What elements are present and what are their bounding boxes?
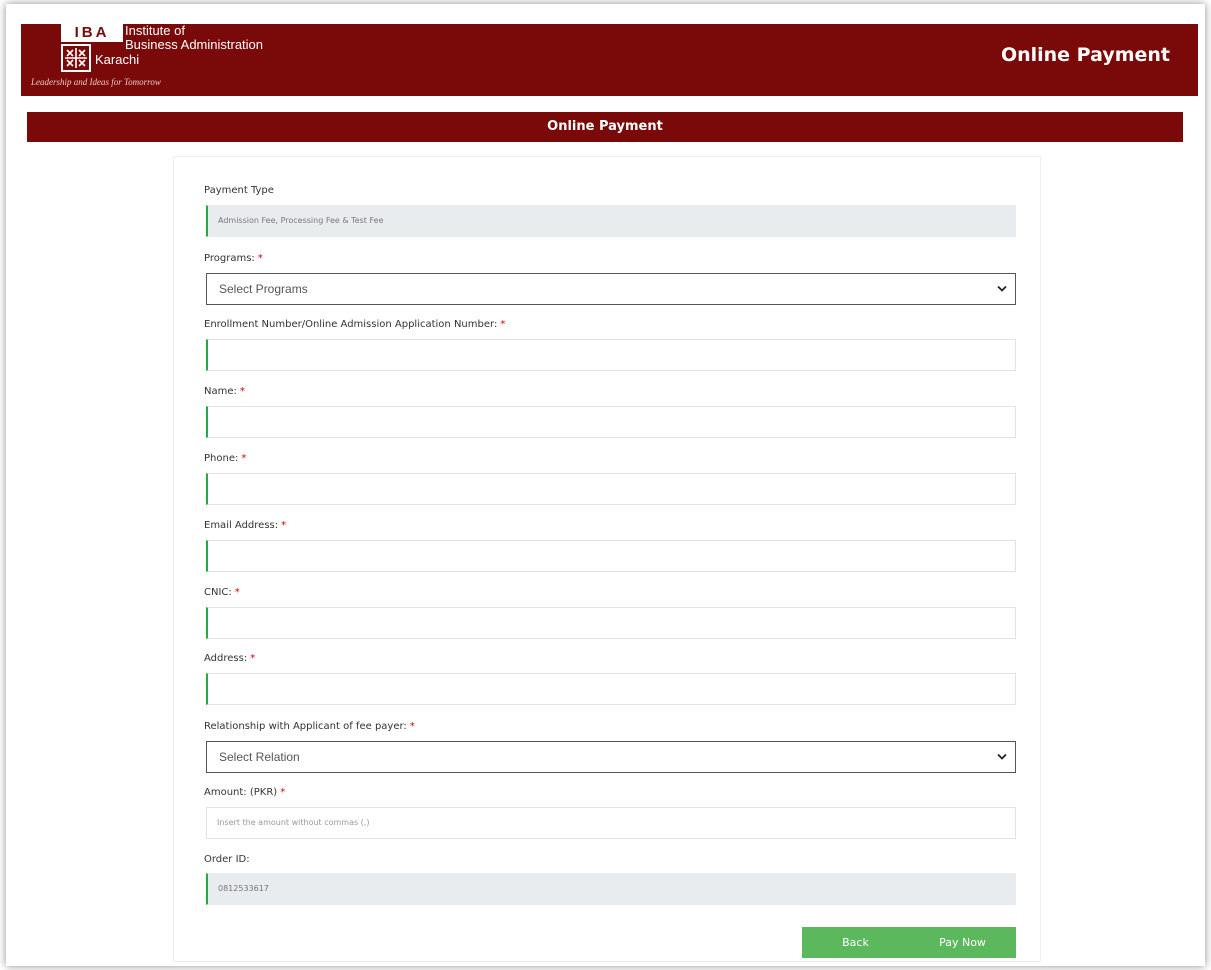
pay-now-button[interactable]: Pay Now [909,927,1016,958]
phone-label: Phone: * [204,453,246,464]
top-header: IBA Institute of Business Administration… [21,24,1198,96]
name-input[interactable] [206,406,1016,438]
back-button[interactable]: Back [802,927,909,958]
required-marker: * [281,520,287,531]
order-id-label-text: Order ID: [204,854,250,865]
logo-text-line2: Business Administration [125,37,264,52]
amount-input[interactable]: Insert the amount without commas (,) [206,807,1016,839]
relationship-selected-value: Select Relation [219,750,300,764]
logo-text-line1: Institute of [125,23,185,38]
payment-type-label-text: Payment Type [204,185,274,196]
relationship-label-text: Relationship with Applicant of fee payer… [204,721,407,732]
email-label: Email Address: * [204,520,286,531]
enrollment-number-input[interactable] [206,339,1016,371]
order-id-field: 0812533617 [206,873,1016,905]
cnic-input[interactable] [206,607,1016,639]
name-label-text: Name: [204,386,237,397]
email-label-text: Email Address: [204,520,279,531]
enrollment-label: Enrollment Number/Online Admission Appli… [204,319,505,330]
email-input[interactable] [206,540,1016,572]
chevron-down-icon [997,285,1007,292]
logo-text-line3: Karachi [95,52,140,67]
payment-type-field: Admission Fee, Processing Fee & Test Fee [206,205,1016,237]
amount-label-text: Amount: (PKR) [204,787,278,798]
page-frame: IBA Institute of Business Administration… [6,4,1205,966]
address-input[interactable] [206,673,1016,705]
order-id-label: Order ID: [204,854,250,865]
enrollment-label-text: Enrollment Number/Online Admission Appli… [204,319,498,330]
amount-label: Amount: (PKR) * [204,787,285,798]
iba-emblem-icon [65,48,87,68]
iba-logo[interactable]: IBA Institute of Business Administration… [29,24,289,96]
relationship-label: Relationship with Applicant of fee payer… [204,721,415,732]
programs-selected-value: Select Programs [219,282,308,296]
address-label: Address: * [204,653,255,664]
required-marker: * [500,319,506,330]
required-marker: * [250,653,256,664]
section-title-bar: Online Payment [27,112,1183,142]
phone-label-text: Phone: [204,453,239,464]
required-marker: * [280,787,286,798]
address-label-text: Address: [204,653,248,664]
iba-logo-icon [61,44,91,72]
header-title: Online Payment [1000,44,1170,66]
required-marker: * [241,453,247,464]
required-marker: * [234,587,240,598]
form-action-buttons: Back Pay Now [802,927,1016,958]
relationship-select[interactable]: Select Relation [206,741,1016,773]
cnic-label: CNIC: * [204,587,240,598]
payment-type-label: Payment Type [204,185,274,196]
required-marker: * [239,386,245,397]
programs-select[interactable]: Select Programs [206,273,1016,305]
phone-input[interactable] [206,473,1016,505]
payment-form-card: Payment Type Admission Fee, Processing F… [173,156,1041,962]
chevron-down-icon [997,753,1007,760]
required-marker: * [257,253,263,264]
cnic-label-text: CNIC: [204,587,232,598]
logo-tagline: Leadership and Ideas for Tomorrow [31,77,161,87]
programs-label-text: Programs: [204,253,255,264]
programs-label: Programs: * [204,253,263,264]
required-marker: * [409,721,415,732]
name-label: Name: * [204,386,245,397]
logo-abbreviation: IBA [61,24,123,42]
